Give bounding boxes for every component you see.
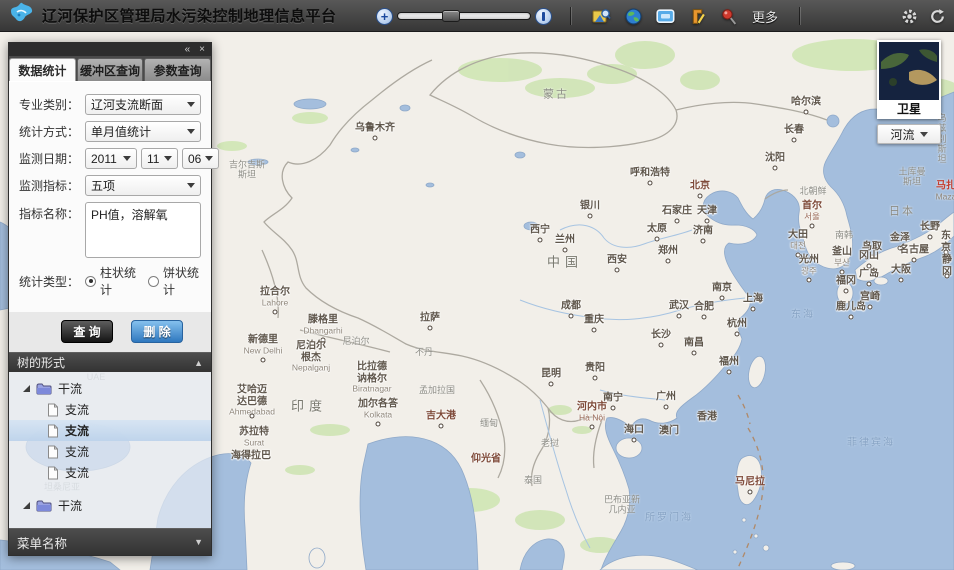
tab-parameter-query[interactable]: 参数查询 bbox=[144, 58, 211, 81]
panel-collapse-icon[interactable]: « bbox=[185, 45, 191, 55]
chevron-down-icon bbox=[187, 183, 195, 188]
more-menu-button[interactable]: 更多 bbox=[752, 7, 778, 26]
day-select[interactable]: 06 bbox=[182, 148, 219, 169]
measure-icon[interactable] bbox=[688, 7, 707, 25]
tree-node-label: 干流 bbox=[58, 380, 82, 397]
folder-icon bbox=[36, 499, 52, 512]
tree-node-label: 支流 bbox=[65, 443, 89, 460]
app-window: 乌鲁木齐蒙古吉尔吉斯 斯坦哈尔滨长春沈阳呼和浩特北京石家庄天津太原济南银川西宁兰… bbox=[0, 0, 954, 570]
collapse-up-icon: ▲ bbox=[194, 358, 203, 368]
tree-node-tributary[interactable]: 支流 bbox=[9, 420, 211, 441]
year-value: 2011 bbox=[91, 152, 117, 166]
file-icon bbox=[47, 445, 59, 459]
panel-titlebar: « × bbox=[9, 43, 211, 56]
menu-section-title: 菜单名称 bbox=[17, 533, 67, 552]
tree-node-tributary[interactable]: 支流 bbox=[9, 399, 211, 420]
toolbar-divider bbox=[570, 7, 571, 25]
query-panel: « × 数据统计缓冲区查询参数查询 专业类别： 辽河支流断面 统计方式： 单月值… bbox=[8, 42, 212, 556]
pushpin-icon[interactable] bbox=[720, 7, 739, 25]
panel-tabs: 数据统计缓冲区查询参数查询 bbox=[9, 56, 211, 81]
zoom-out-glyph bbox=[542, 12, 545, 21]
tree-section-header[interactable]: 树的形式 ▲ bbox=[9, 352, 211, 372]
month-select[interactable]: 11 bbox=[141, 148, 178, 169]
year-select[interactable]: 2011 bbox=[85, 148, 137, 169]
tree-node-mainstream[interactable]: 干流 bbox=[9, 495, 211, 516]
panel-close-icon[interactable]: × bbox=[199, 45, 205, 55]
zoom-slider-thumb[interactable] bbox=[442, 10, 460, 22]
globe-icon[interactable] bbox=[624, 7, 643, 25]
method-select[interactable]: 单月值统计 bbox=[85, 121, 201, 142]
refresh-icon[interactable] bbox=[928, 7, 946, 25]
satellite-thumbnail bbox=[879, 42, 939, 100]
chevron-down-icon bbox=[920, 132, 928, 137]
file-icon bbox=[47, 466, 59, 480]
file-icon bbox=[47, 403, 59, 417]
zoom-control: + bbox=[376, 0, 552, 32]
rivers-layer-label: 河流 bbox=[890, 126, 914, 143]
chevron-down-icon bbox=[205, 156, 213, 161]
indicator-name-label: 指标名称： bbox=[19, 205, 85, 222]
statistics-form: 专业类别： 辽河支流断面 统计方式： 单月值统计 监测日期： 2011 11 bbox=[9, 81, 211, 312]
delete-button[interactable]: 删 除 bbox=[131, 320, 183, 343]
tree-node-label: 支流 bbox=[65, 464, 89, 481]
tree-node-tributary[interactable]: 支流 bbox=[9, 441, 211, 462]
map-toolbar: 更多 bbox=[562, 0, 808, 32]
indicator-value: 五项 bbox=[91, 177, 115, 194]
month-value: 11 bbox=[147, 152, 159, 166]
indicator-select[interactable]: 五项 bbox=[85, 175, 201, 196]
satellite-map-type-button[interactable]: 卫星 bbox=[877, 40, 941, 119]
folder-icon bbox=[36, 382, 52, 395]
tree-node-mainstream[interactable]: 干流 bbox=[9, 378, 211, 399]
bar-statistics-option[interactable]: 柱状统计 bbox=[100, 264, 138, 298]
satellite-label: 卫星 bbox=[879, 100, 939, 117]
zoom-slider-track[interactable] bbox=[397, 12, 531, 20]
pie-statistics-radio[interactable] bbox=[148, 276, 159, 287]
stat-type-label: 统计类型： bbox=[19, 273, 85, 290]
zoom-out-button[interactable] bbox=[535, 8, 552, 25]
tab-buffer-query[interactable]: 缓冲区查询 bbox=[77, 58, 144, 81]
pie-statistics-option[interactable]: 饼状统计 bbox=[163, 264, 201, 298]
tree-node-tributary[interactable]: 支流 bbox=[9, 462, 211, 483]
tree-node-label: 支流 bbox=[65, 422, 89, 439]
toolbar-divider bbox=[799, 7, 800, 25]
form-actions: 查 询 删 除 bbox=[9, 312, 211, 352]
collapse-down-icon: ▼ bbox=[194, 537, 203, 547]
method-label: 统计方式： bbox=[19, 123, 85, 140]
tree-node-label: 支流 bbox=[65, 401, 89, 418]
date-label: 监测日期： bbox=[19, 150, 85, 167]
category-value: 辽河支流断面 bbox=[91, 96, 163, 113]
tree-expander-icon[interactable] bbox=[23, 502, 30, 509]
rivers-layer-dropdown[interactable]: 河流 bbox=[877, 124, 941, 144]
method-value: 单月值统计 bbox=[91, 123, 151, 140]
chevron-down-icon bbox=[187, 102, 195, 107]
zoom-in-button[interactable]: + bbox=[376, 8, 393, 25]
category-select[interactable]: 辽河支流断面 bbox=[85, 94, 201, 115]
file-icon bbox=[47, 424, 59, 438]
query-button[interactable]: 查 询 bbox=[61, 320, 113, 343]
indicator-label: 监测指标： bbox=[19, 177, 85, 194]
app-logo-icon bbox=[10, 2, 34, 29]
menu-section-header[interactable]: 菜单名称 ▼ bbox=[9, 528, 211, 555]
tree-expander-icon[interactable] bbox=[23, 385, 30, 392]
tab-data-statistics[interactable]: 数据统计 bbox=[9, 58, 76, 81]
chevron-down-icon bbox=[187, 129, 195, 134]
bar-statistics-radio[interactable] bbox=[85, 276, 96, 287]
category-label: 专业类别： bbox=[19, 96, 85, 113]
settings-gear-icon[interactable] bbox=[900, 7, 918, 25]
tree-node-label: 干流 bbox=[58, 497, 82, 514]
chevron-down-icon bbox=[164, 156, 172, 161]
app-title: 辽河保护区管理局水污染控制地理信息平台 bbox=[42, 5, 337, 26]
tree-section-title: 树的形式 bbox=[17, 354, 65, 371]
header-right-tools bbox=[900, 0, 946, 32]
app-header: 辽河保护区管理局水污染控制地理信息平台 + 更多 bbox=[0, 0, 954, 32]
chevron-down-icon bbox=[123, 156, 131, 161]
indicator-name-field[interactable]: PH值，溶解氧 bbox=[85, 202, 201, 258]
map-search-icon[interactable] bbox=[592, 7, 611, 25]
screen-icon[interactable] bbox=[656, 7, 675, 25]
day-value: 06 bbox=[188, 152, 201, 166]
layer-tree: 干流支流支流支流支流干流 bbox=[9, 372, 211, 528]
